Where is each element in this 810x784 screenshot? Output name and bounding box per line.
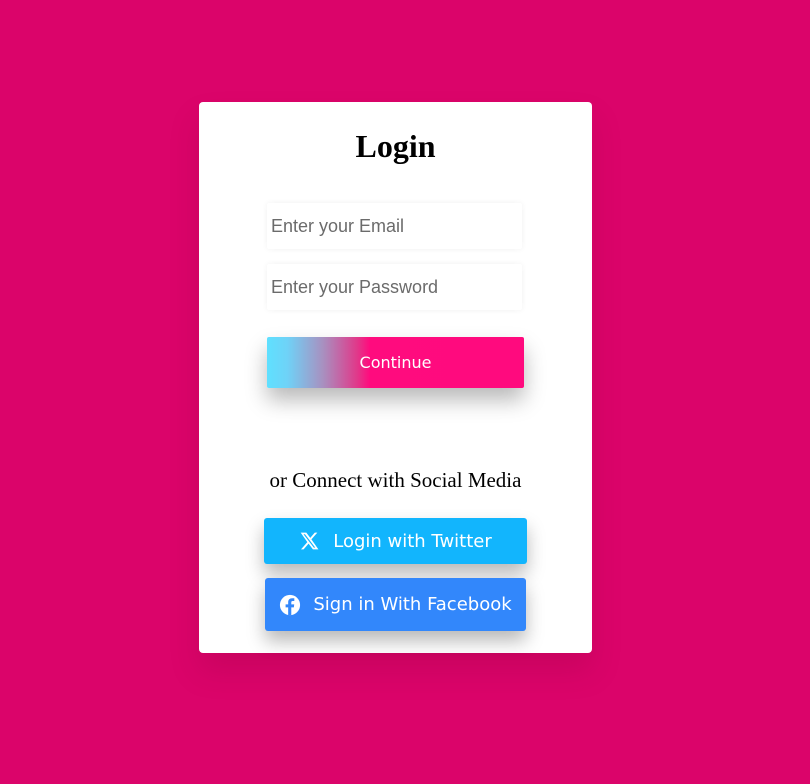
facebook-login-button[interactable]: Sign in With Facebook	[265, 578, 526, 631]
password-field[interactable]	[267, 264, 522, 310]
social-divider-text: or Connect with Social Media	[269, 468, 522, 492]
facebook-login-label: Sign in With Facebook	[313, 594, 512, 615]
twitter-login-button[interactable]: Login with Twitter	[264, 518, 527, 564]
page-title: Login	[355, 128, 436, 164]
facebook-logo-icon	[279, 594, 301, 616]
login-card: Login Continue or Connect with Social Me…	[199, 102, 592, 653]
twitter-login-label: Login with Twitter	[333, 530, 492, 552]
continue-button[interactable]: Continue	[267, 337, 524, 388]
x-logo-icon	[299, 531, 319, 551]
email-field[interactable]	[267, 203, 522, 249]
